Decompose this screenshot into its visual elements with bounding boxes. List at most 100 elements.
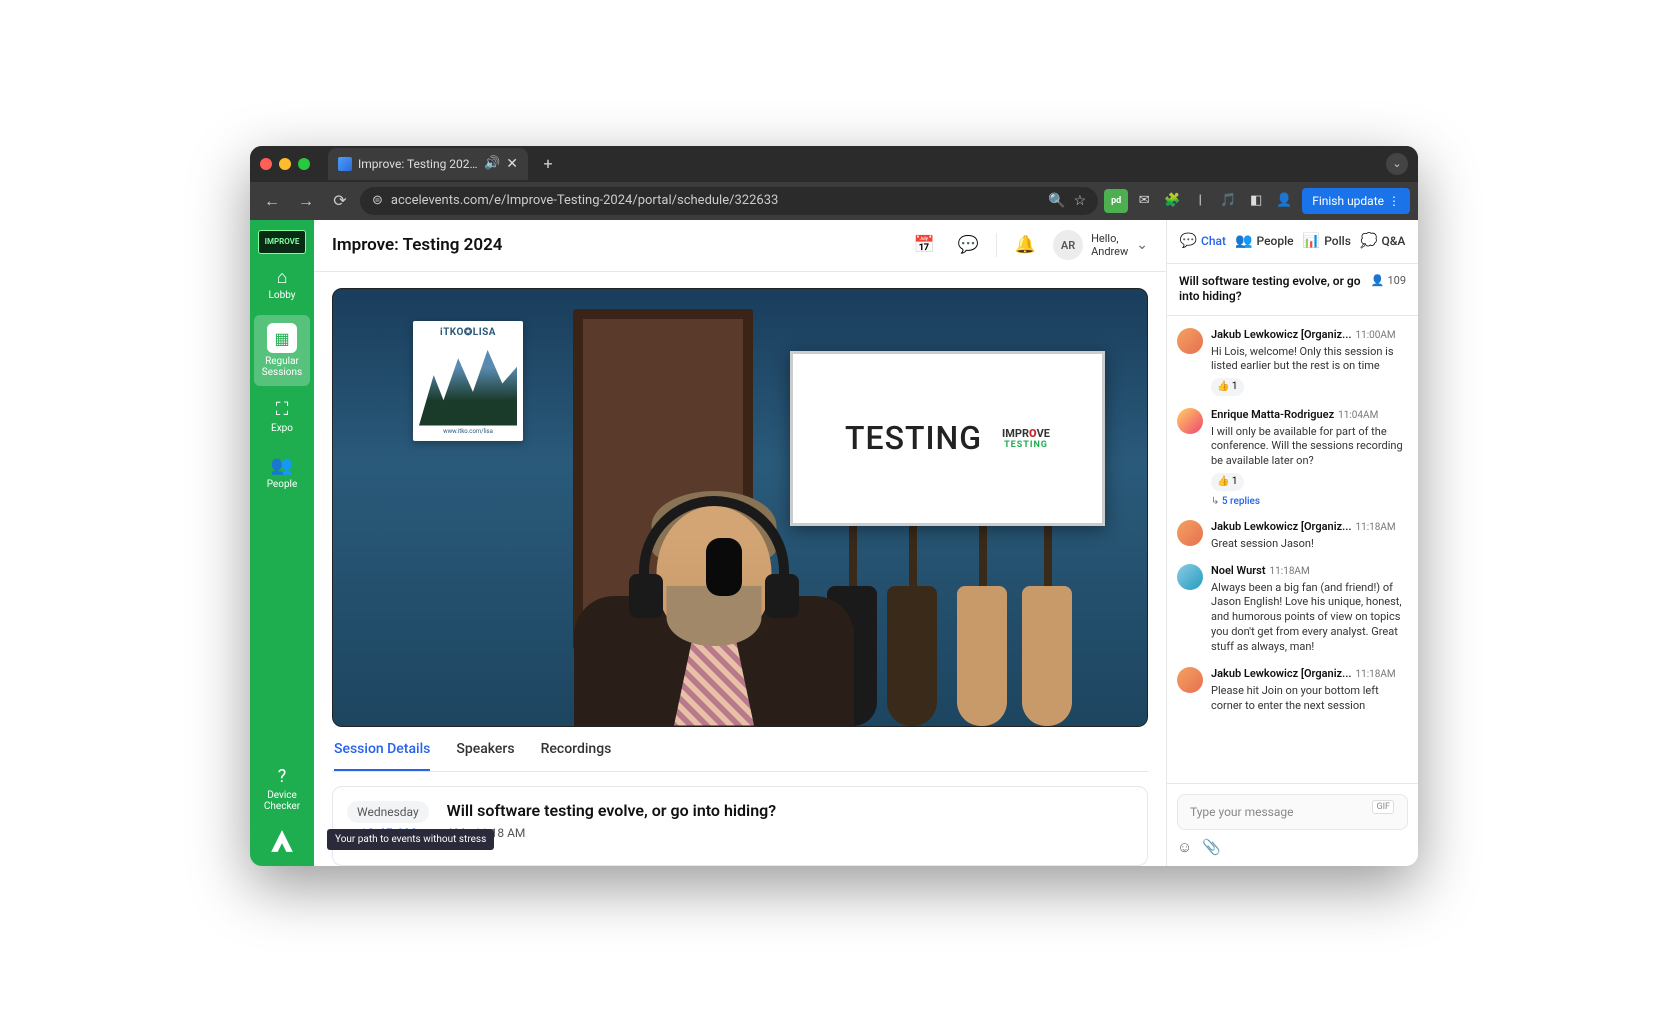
chat-message: Jakub Lewkowicz [Organiz...11:00AM Hi Lo… (1177, 322, 1408, 402)
menu-icon: ⋮ (1388, 194, 1400, 208)
video-slide: TESTING IMPROVE TESTING (790, 351, 1105, 526)
message-text: I will only be available for part of the… (1211, 425, 1408, 470)
chat-message: Jakub Lewkowicz [Organiz...11:18AM Pleas… (1177, 661, 1408, 720)
message-reaction[interactable]: 👍 1 (1211, 378, 1244, 396)
reload-button[interactable]: ⟳ (326, 187, 354, 215)
maximize-window[interactable] (298, 158, 310, 170)
zoom-icon[interactable]: 🔍 (1048, 193, 1065, 209)
attach-button[interactable]: 📎 (1202, 838, 1221, 856)
new-tab-button[interactable]: + (536, 152, 560, 176)
browser-tab[interactable]: Improve: Testing 2024, W 🔊 ✕ (328, 148, 528, 180)
qa-icon: 💭 (1360, 233, 1377, 249)
person-icon: 👤 (1371, 274, 1385, 287)
message-text: Great session Jason! (1211, 537, 1408, 552)
message-time: 11:18AM (1356, 669, 1396, 680)
page-content: IMPROVE ⌂ Lobby ▦ Regular Sessions ⛶ Exp… (250, 220, 1418, 866)
tab-title: Improve: Testing 2024, W (358, 157, 478, 171)
side-panel-icon[interactable]: ◧ (1244, 189, 1268, 213)
chat-message: Enrique Matta-Rodriguez11:04AM I will on… (1177, 402, 1408, 514)
close-window[interactable] (260, 158, 272, 170)
message-avatar (1177, 520, 1203, 546)
extensions-button[interactable]: 🧩 (1160, 189, 1184, 213)
expo-icon: ⛶ (276, 400, 289, 420)
chat-tab-polls[interactable]: 📊Polls (1303, 233, 1351, 249)
message-time: 11:18AM (1270, 566, 1310, 577)
people-icon: 👥 (1235, 233, 1252, 249)
user-menu[interactable]: AR Hello, Andrew ⌄ (1053, 230, 1148, 260)
message-text: Hi Lois, welcome! Only this session is l… (1211, 345, 1408, 375)
sidebar-people[interactable]: 👥 People (254, 448, 310, 498)
sidebar-regular-sessions[interactable]: ▦ Regular Sessions (254, 315, 310, 386)
message-author: Jakub Lewkowicz [Organiz... (1211, 667, 1352, 680)
sidebar-lobby[interactable]: ⌂ Lobby (254, 260, 310, 310)
sidebar-device-checker[interactable]: ? Device Checker (254, 759, 310, 820)
profile-avatar[interactable]: 👤 (1272, 189, 1296, 213)
content-area: iTKO✪LISA www.itko.com/lisa (314, 272, 1166, 866)
chat-header: Will software testing evolve, or go into… (1167, 264, 1418, 316)
chat-messages[interactable]: Jakub Lewkowicz [Organiz... 11:00AM Hi Lo… (1167, 316, 1418, 783)
viewer-count: 👤109 (1371, 274, 1406, 287)
close-tab-icon[interactable]: ✕ (506, 156, 518, 172)
header-bar: Improve: Testing 2024 📅 💬 🔔 AR Hello, An… (314, 220, 1166, 272)
message-time: 11:00AM (1356, 330, 1396, 341)
message-avatar (1177, 667, 1203, 693)
chat-compose: Type your message GIF ☺ 📎 (1167, 783, 1418, 866)
media-control-icon[interactable]: 🎵 (1216, 189, 1240, 213)
tab-overflow-button[interactable]: ⌄ (1386, 153, 1408, 175)
tab-session-details[interactable]: Session Details (334, 741, 430, 771)
emoji-button[interactable]: ☺ (1177, 838, 1192, 856)
gif-button[interactable]: GIF (1372, 800, 1394, 814)
video-poster-itko: iTKO✪LISA www.itko.com/lisa (413, 321, 523, 441)
audio-icon[interactable]: 🔊 (484, 156, 500, 171)
back-button[interactable]: ← (258, 187, 286, 215)
sidebar-expo[interactable]: ⛶ Expo (254, 392, 310, 442)
session-tabs: Session Details Speakers Recordings (332, 727, 1148, 772)
message-author: Jakub Lewkowicz [Organiz... (1211, 520, 1352, 533)
tab-speakers[interactable]: Speakers (456, 741, 514, 771)
minimize-window[interactable] (279, 158, 291, 170)
forward-button[interactable]: → (292, 187, 320, 215)
video-mic (706, 538, 742, 596)
chat-button[interactable]: 💬 (952, 229, 984, 261)
user-avatar: AR (1053, 230, 1083, 260)
extension-icons: pd ✉ 🧩 | 🎵 ◧ 👤 (1104, 189, 1296, 213)
favicon (338, 157, 352, 171)
chat-tab-chat[interactable]: 💬Chat (1180, 233, 1226, 249)
event-sidebar: IMPROVE ⌂ Lobby ▦ Regular Sessions ⛶ Exp… (250, 220, 314, 866)
toolbar: ← → ⟳ ⊜ accelevents.com/e/Improve-Testin… (250, 182, 1418, 220)
divider: | (1188, 189, 1212, 213)
finish-update-button[interactable]: Finish update ⋮ (1302, 188, 1410, 214)
chevron-down-icon: ⌄ (1136, 237, 1148, 253)
bookmark-icon[interactable]: ☆ (1074, 193, 1087, 209)
message-avatar (1177, 328, 1203, 354)
notifications-button[interactable]: 🔔 (1009, 229, 1041, 261)
home-icon: ⌂ (277, 268, 288, 288)
tab-recordings[interactable]: Recordings (541, 741, 612, 771)
url-text: accelevents.com/e/Improve-Testing-2024/p… (391, 193, 1040, 208)
message-time: 11:18AM (1356, 522, 1396, 533)
extension-pd[interactable]: pd (1104, 189, 1128, 213)
video-player[interactable]: iTKO✪LISA www.itko.com/lisa (332, 288, 1148, 727)
extension-mail[interactable]: ✉ (1132, 189, 1156, 213)
calendar-button[interactable]: 📅 (908, 229, 940, 261)
chat-tab-people[interactable]: 👥People (1235, 233, 1294, 249)
message-avatar (1177, 408, 1203, 434)
accelevents-logo[interactable]: Your path to events without stress (267, 826, 297, 856)
page-title: Improve: Testing 2024 (332, 235, 896, 255)
calendar-icon: ▦ (267, 323, 297, 353)
chat-message: Jakub Lewkowicz [Organiz... 11:18AM Great… (1177, 514, 1408, 558)
chat-panel: 💬Chat 👥People 📊Polls 💭Q&A Will software … (1166, 220, 1418, 866)
address-bar[interactable]: ⊜ accelevents.com/e/Improve-Testing-2024… (360, 187, 1098, 215)
chat-tab-qa[interactable]: 💭Q&A (1360, 233, 1405, 249)
traffic-lights (260, 158, 310, 170)
message-replies[interactable]: 5 replies (1211, 495, 1408, 509)
session-title: Will software testing evolve, or go into… (447, 801, 1133, 820)
main-column: Improve: Testing 2024 📅 💬 🔔 AR Hello, An… (314, 220, 1166, 866)
message-time: 11:04AM (1338, 410, 1378, 421)
site-settings-icon[interactable]: ⊜ (372, 193, 383, 208)
chat-icon: 💬 (1180, 233, 1197, 249)
session-card: Wednesday 10:45 AM Will software testing… (332, 786, 1148, 866)
message-avatar (1177, 564, 1203, 590)
message-reaction[interactable]: 👍 1 (1211, 473, 1244, 491)
event-logo[interactable]: IMPROVE (258, 230, 306, 254)
